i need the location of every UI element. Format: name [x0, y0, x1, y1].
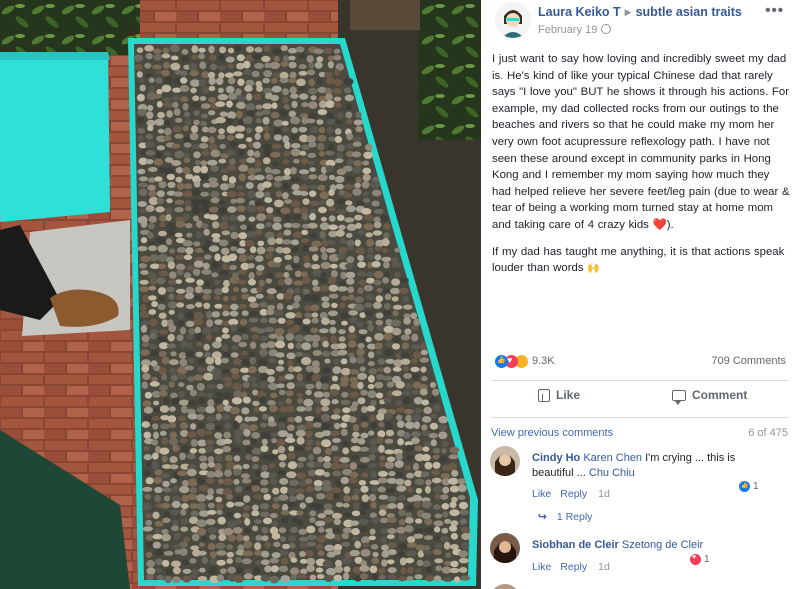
- like-reaction-icon: [739, 481, 750, 492]
- divider: [491, 417, 789, 418]
- pebble-path-photo: [0, 0, 481, 589]
- comment-reaction-badge[interactable]: 1: [739, 481, 759, 492]
- thumbs-up-icon: [538, 388, 550, 402]
- comment-author-link[interactable]: Cindy Ho: [532, 452, 580, 464]
- mention-link[interactable]: Chu Chiu: [589, 467, 635, 479]
- comment-range-indicator: 6 of 475: [748, 427, 788, 439]
- triangle-right-icon: ▶: [624, 7, 632, 17]
- view-previous-comments-link[interactable]: View previous comments: [491, 427, 613, 439]
- comment-like-link[interactable]: Like: [532, 561, 551, 573]
- facebook-post-view: Laura Keiko T ▶ subtle asian traits Februa…: [0, 0, 800, 589]
- post-date[interactable]: February 19: [538, 24, 597, 36]
- comment-count-link[interactable]: 709 Comments: [711, 355, 786, 367]
- commenter-avatar-image: [490, 446, 520, 476]
- comment-timestamp: 1d: [598, 488, 610, 500]
- comment-like-link[interactable]: Like: [532, 488, 551, 500]
- comment-author-link[interactable]: Siobhan de Cleir: [532, 539, 619, 551]
- post-body: I just want to say how loving and incred…: [492, 51, 792, 288]
- post-author-line: Laura Keiko T ▶ subtle asian traits: [538, 5, 742, 19]
- like-button[interactable]: Like: [538, 388, 580, 402]
- comment-body: Cindy Ho Karen Chen I'm crying ... this …: [532, 452, 736, 479]
- comment-actions: Like Reply 1d: [532, 488, 619, 500]
- like-reaction-icon[interactable]: [495, 355, 508, 368]
- commenter-avatar-image: [490, 533, 520, 563]
- post-paragraph-2: If my dad has taught me anything, it is …: [492, 245, 785, 275]
- love-reaction-icon: [690, 554, 701, 565]
- commenter-avatar[interactable]: [490, 584, 520, 589]
- commenter-avatar[interactable]: [490, 533, 520, 563]
- reaction-count[interactable]: 9.3K: [532, 355, 555, 367]
- red-heart-emoji: ❤️: [652, 218, 667, 231]
- more-options-icon[interactable]: •••: [765, 2, 784, 19]
- post-date-line: February 19: [538, 23, 612, 36]
- author-avatar-image: [495, 2, 531, 38]
- comment-reaction-badge[interactable]: 1: [690, 554, 710, 565]
- group-name-link[interactable]: subtle asian traits: [636, 5, 742, 19]
- comment-timestamp: 1d: [598, 561, 610, 573]
- comment-button[interactable]: Comment: [672, 388, 747, 405]
- commenter-avatar[interactable]: [490, 446, 520, 476]
- divider: [491, 380, 789, 381]
- author-name-link[interactable]: Laura Keiko T: [538, 5, 621, 19]
- comment-reply-link[interactable]: Reply: [560, 488, 587, 500]
- raised-hands-emoji: 🙌: [587, 263, 600, 275]
- comment-body: Siobhan de Cleir Szetong de Cleir: [532, 538, 772, 553]
- comment-actions: Like Reply 1d: [532, 561, 619, 573]
- author-avatar[interactable]: [495, 2, 531, 38]
- post-header: Laura Keiko T ▶ subtle asian traits Februa…: [481, 0, 800, 42]
- speech-bubble-icon: [672, 389, 686, 405]
- reaction-stats-bar: 9.3K 709 Comments: [495, 353, 786, 371]
- post-action-bar: Like Comment: [481, 388, 800, 410]
- post-photo[interactable]: [0, 0, 481, 589]
- post-paragraph-1: I just want to say how loving and incred…: [492, 53, 790, 231]
- globe-icon: [601, 24, 612, 34]
- comment-reply-link[interactable]: Reply: [560, 561, 587, 573]
- reply-arrow-icon: ↪: [538, 511, 547, 523]
- view-replies-link[interactable]: ↪ 1 Reply: [538, 511, 592, 523]
- post-sidebar: Laura Keiko T ▶ subtle asian traits Februa…: [481, 0, 800, 589]
- mention-link[interactable]: Karen Chen: [583, 452, 642, 464]
- mention-link[interactable]: Szetong de Cleir: [622, 539, 703, 551]
